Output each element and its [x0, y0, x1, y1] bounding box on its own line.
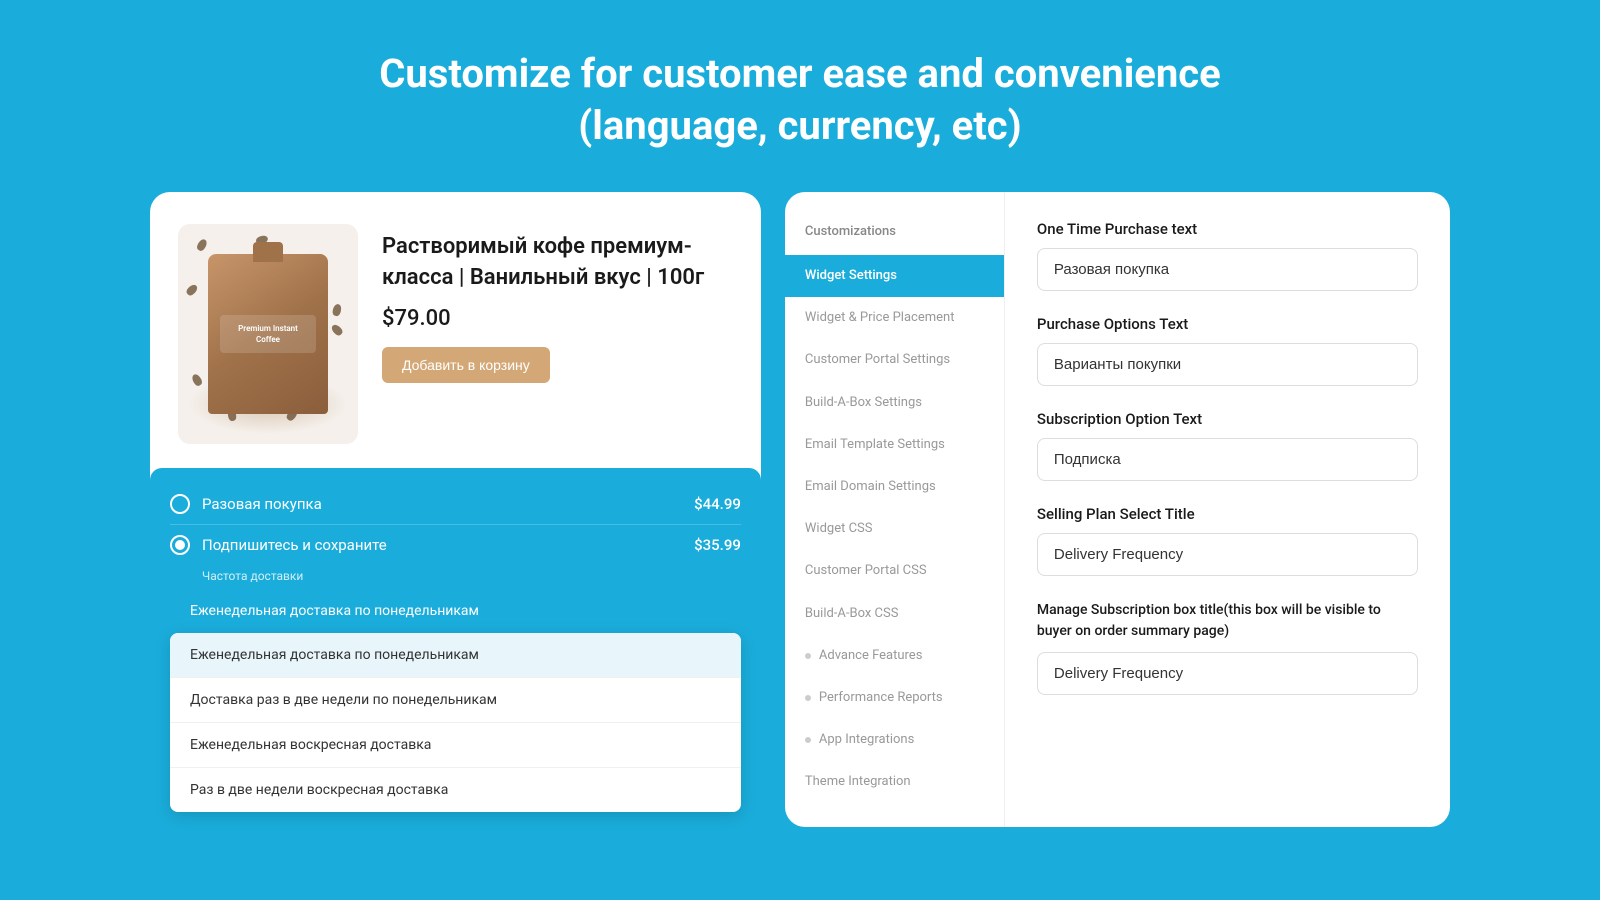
- product-price: $79.00: [382, 306, 733, 331]
- sidebar-item-advance[interactable]: Advance Features: [785, 635, 1004, 677]
- subscription-widget: Разовая покупка $44.99 Подпишитесь и сох…: [150, 468, 761, 828]
- add-to-cart-button[interactable]: Добавить в корзину: [382, 347, 550, 383]
- product-image: Premium Instant Coffee: [178, 224, 358, 444]
- sidebar-item-build-a-box[interactable]: Build-A-Box Settings: [785, 382, 1004, 424]
- one-time-option[interactable]: Разовая покупка $44.99: [170, 484, 741, 524]
- frequency-label: Частота доставки: [202, 569, 741, 583]
- one-time-label: Разовая покупка: [202, 495, 682, 513]
- field-manage-subscription: Manage Subscription box title(this box w…: [1037, 600, 1418, 695]
- field-label-subscription: Subscription Option Text: [1037, 410, 1418, 428]
- field-label-manage-subscription: Manage Subscription box title(this box w…: [1037, 600, 1418, 642]
- dropdown-item-2[interactable]: Еженедельная воскресная доставка: [170, 723, 741, 768]
- sidebar-item-theme[interactable]: Theme Integration: [785, 761, 1004, 803]
- field-one-time-purchase: One Time Purchase text: [1037, 220, 1418, 291]
- sidebar-item-portal-css[interactable]: Customer Portal CSS: [785, 550, 1004, 592]
- subscribe-label: Подпишитесь и сохраните: [202, 536, 682, 554]
- field-label-selling-plan: Selling Plan Select Title: [1037, 505, 1418, 523]
- input-purchase-options[interactable]: [1037, 343, 1418, 386]
- sidebar-item-portal-settings[interactable]: Customer Portal Settings: [785, 339, 1004, 381]
- input-selling-plan[interactable]: [1037, 533, 1418, 576]
- field-selling-plan: Selling Plan Select Title: [1037, 505, 1418, 576]
- sidebar-item-integrations[interactable]: App Integrations: [785, 719, 1004, 761]
- sidebar-dot-int: [805, 737, 811, 743]
- dropdown-selected[interactable]: Еженедельная доставка по понедельникам: [170, 591, 741, 631]
- page-headline: Customize for customer ease and convenie…: [379, 48, 1221, 152]
- customizations-card: Customizations Widget Settings Widget & …: [785, 192, 1450, 827]
- subscribe-option[interactable]: Подпишитесь и сохраните $35.99: [170, 524, 741, 565]
- field-purchase-options: Purchase Options Text: [1037, 315, 1418, 386]
- sidebar-title: Customizations: [785, 216, 1004, 255]
- coffee-bag-image: Premium Instant Coffee: [208, 254, 328, 414]
- input-manage-subscription[interactable]: [1037, 652, 1418, 695]
- dropdown-item-1[interactable]: Доставка раз в две недели по понедельник…: [170, 678, 741, 723]
- sidebar-item-widget-settings[interactable]: Widget Settings: [785, 255, 1004, 297]
- field-subscription-option: Subscription Option Text: [1037, 410, 1418, 481]
- subscribe-radio[interactable]: [170, 535, 190, 555]
- sidebar-item-price-placement[interactable]: Widget & Price Placement: [785, 297, 1004, 339]
- sidebar-item-email-template[interactable]: Email Template Settings: [785, 424, 1004, 466]
- field-label-purchase-options: Purchase Options Text: [1037, 315, 1418, 333]
- settings-panel: One Time Purchase text Purchase Options …: [1005, 192, 1450, 827]
- one-time-price: $44.99: [694, 495, 741, 513]
- product-card: Premium Instant Coffee Растворимый кофе …: [150, 192, 761, 828]
- product-section: Premium Instant Coffee Растворимый кофе …: [178, 224, 733, 444]
- product-title: Растворимый кофе премиум-класса | Ваниль…: [382, 232, 733, 294]
- cards-container: Premium Instant Coffee Растворимый кофе …: [150, 192, 1450, 828]
- sidebar: Customizations Widget Settings Widget & …: [785, 192, 1005, 827]
- sidebar-dot: [805, 653, 811, 659]
- sidebar-dot-perf: [805, 695, 811, 701]
- sidebar-item-widget-css[interactable]: Widget CSS: [785, 508, 1004, 550]
- sidebar-item-performance[interactable]: Performance Reports: [785, 677, 1004, 719]
- subscribe-price: $35.99: [694, 536, 741, 554]
- dropdown-item-3[interactable]: Раз в две недели воскресная доставка: [170, 768, 741, 812]
- input-one-time-purchase[interactable]: [1037, 248, 1418, 291]
- input-subscription-option[interactable]: [1037, 438, 1418, 481]
- coffee-bag-label: Premium Instant Coffee: [220, 315, 316, 353]
- sidebar-item-email-domain[interactable]: Email Domain Settings: [785, 466, 1004, 508]
- product-info: Растворимый кофе премиум-класса | Ваниль…: [382, 224, 733, 383]
- dropdown-list: Еженедельная доставка по понедельникам Д…: [170, 633, 741, 812]
- one-time-radio[interactable]: [170, 494, 190, 514]
- dropdown-item-0[interactable]: Еженедельная доставка по понедельникам: [170, 633, 741, 678]
- field-label-one-time: One Time Purchase text: [1037, 220, 1418, 238]
- dropdown-wrapper: Еженедельная доставка по понедельникам Е…: [170, 591, 741, 812]
- sidebar-item-box-css[interactable]: Build-A-Box CSS: [785, 593, 1004, 635]
